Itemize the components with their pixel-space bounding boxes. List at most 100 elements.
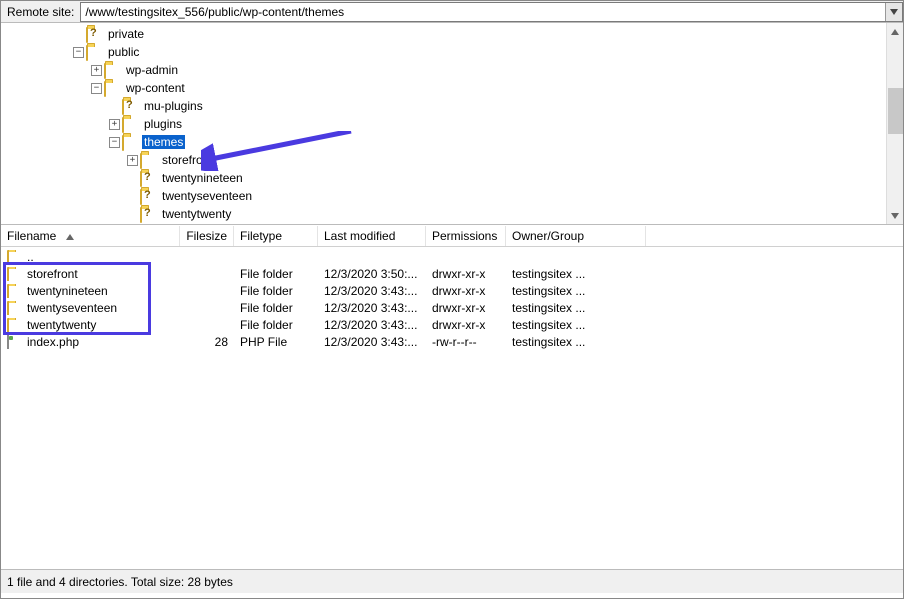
row-mod: 12/3/2020 3:50:... — [318, 267, 426, 281]
row-owner: testingsitex ... — [506, 335, 646, 349]
col-filetype[interactable]: Filetype — [234, 226, 318, 246]
folder-unknown-icon — [140, 189, 156, 203]
tree-scrollbar[interactable] — [886, 23, 903, 224]
tree-node[interactable]: − public — [1, 43, 886, 61]
list-row[interactable]: twentytwenty File folder12/3/2020 3:43:..… — [1, 316, 903, 333]
row-owner: testingsitex ... — [506, 267, 646, 281]
list-row[interactable]: storefront File folder12/3/2020 3:50:...d… — [1, 265, 903, 282]
col-permissions[interactable]: Permissions — [426, 226, 506, 246]
row-size: 28 — [180, 335, 234, 349]
tree-node-label: wp-content — [124, 81, 187, 95]
tree-node[interactable]: twentytwenty — [1, 205, 886, 223]
folder-unknown-icon — [86, 27, 102, 41]
chevron-down-icon — [890, 9, 898, 15]
row-perm: drwxr-xr-x — [426, 301, 506, 315]
file-list-body[interactable]: ..storefrontFile folder12/3/2020 3:50:..… — [1, 247, 903, 350]
row-perm: drwxr-xr-x — [426, 267, 506, 281]
tree-node[interactable]: + storefront — [1, 151, 886, 169]
tree-node-label: wp-admin — [124, 63, 180, 77]
row-name: twentyseventeen — [27, 301, 117, 315]
collapse-icon[interactable]: − — [91, 83, 102, 94]
row-type: File folder — [234, 267, 318, 281]
folder-icon — [7, 267, 23, 281]
list-row[interactable]: twentyseventeen File folder12/3/2020 3:43… — [1, 299, 903, 316]
folder-icon — [140, 153, 156, 167]
remote-site-label: Remote site: — [1, 5, 80, 19]
no-expander — [127, 209, 138, 220]
col-filename-label: Filename — [7, 229, 56, 243]
row-name: twentytwenty — [27, 318, 96, 332]
row-mod: 12/3/2020 3:43:... — [318, 318, 426, 332]
folder-unknown-icon — [140, 207, 156, 221]
chevron-up-icon — [891, 29, 899, 35]
row-name: index.php — [27, 335, 79, 349]
row-type: File folder — [234, 284, 318, 298]
col-modified[interactable]: Last modified — [318, 226, 426, 246]
tree-node[interactable]: + wp-admin — [1, 61, 886, 79]
row-mod: 12/3/2020 3:43:... — [318, 301, 426, 315]
row-mod: 12/3/2020 3:43:... — [318, 284, 426, 298]
no-expander — [73, 29, 84, 40]
tree-node[interactable]: − wp-content — [1, 79, 886, 97]
scroll-up-button[interactable] — [887, 23, 903, 40]
remote-path-input[interactable] — [81, 3, 885, 21]
no-expander — [109, 101, 120, 112]
expand-icon[interactable]: + — [91, 65, 102, 76]
row-owner: testingsitex ... — [506, 318, 646, 332]
remote-path-combo[interactable] — [80, 2, 903, 22]
row-name: storefront — [27, 267, 78, 281]
row-perm: drwxr-xr-x — [426, 318, 506, 332]
no-expander — [127, 191, 138, 202]
tree-node[interactable]: − themes — [1, 133, 886, 151]
remote-path-dropdown[interactable] — [885, 3, 902, 21]
folder-icon — [7, 250, 23, 264]
row-owner: testingsitex ... — [506, 301, 646, 315]
tree-node[interactable]: twentynineteen — [1, 169, 886, 187]
remote-tree[interactable]: private − public + wp-admin − wp-content mu-plu… — [1, 23, 886, 224]
folder-icon — [7, 301, 23, 315]
no-expander — [127, 173, 138, 184]
folder-icon — [7, 284, 23, 298]
tree-node-label: twentynineteen — [160, 171, 245, 185]
chevron-down-icon — [891, 213, 899, 219]
parent-dir-row[interactable]: .. — [1, 248, 903, 265]
row-name: .. — [27, 250, 34, 264]
sort-asc-icon — [66, 229, 74, 243]
collapse-icon[interactable]: − — [73, 47, 84, 58]
tree-node-label: plugins — [142, 117, 184, 131]
row-name: twentynineteen — [27, 284, 108, 298]
tree-node[interactable]: + plugins — [1, 115, 886, 133]
tree-node[interactable]: mu-plugins — [1, 97, 886, 115]
list-row[interactable]: index.php 28PHP File12/3/2020 3:43:...-rw… — [1, 333, 903, 350]
folder-icon — [122, 117, 138, 131]
col-filename[interactable]: Filename — [1, 226, 180, 246]
tree-node-label: twentyseventeen — [160, 189, 254, 203]
collapse-icon[interactable]: − — [109, 137, 120, 148]
tree-node-label: storefront — [160, 153, 215, 167]
list-row[interactable]: twentynineteen File folder12/3/2020 3:43:… — [1, 282, 903, 299]
row-mod: 12/3/2020 3:43:... — [318, 335, 426, 349]
tree-node-label: mu-plugins — [142, 99, 205, 113]
scroll-down-button[interactable] — [887, 207, 903, 224]
tree-node[interactable]: private — [1, 25, 886, 43]
folder-icon — [104, 81, 120, 95]
tree-node-label: public — [106, 45, 141, 59]
folder-icon — [104, 63, 120, 77]
row-type: PHP File — [234, 335, 318, 349]
row-type: File folder — [234, 301, 318, 315]
expand-icon[interactable]: + — [109, 119, 120, 130]
folder-unknown-icon — [122, 99, 138, 113]
scroll-thumb[interactable] — [888, 88, 903, 134]
col-filesize[interactable]: Filesize — [180, 226, 234, 246]
file-list-header: Filename Filesize Filetype Last modified… — [1, 225, 903, 247]
tree-node-label: private — [106, 27, 146, 41]
expand-icon[interactable]: + — [127, 155, 138, 166]
col-owner[interactable]: Owner/Group — [506, 226, 646, 246]
statusbar-text: 1 file and 4 directories. Total size: 28… — [7, 575, 233, 589]
row-type: File folder — [234, 318, 318, 332]
tree-node-label: themes — [142, 135, 185, 149]
folder-icon — [86, 45, 102, 59]
tree-node-label: twentytwenty — [160, 207, 233, 221]
row-perm: -rw-r--r-- — [426, 335, 506, 349]
tree-node[interactable]: twentyseventeen — [1, 187, 886, 205]
